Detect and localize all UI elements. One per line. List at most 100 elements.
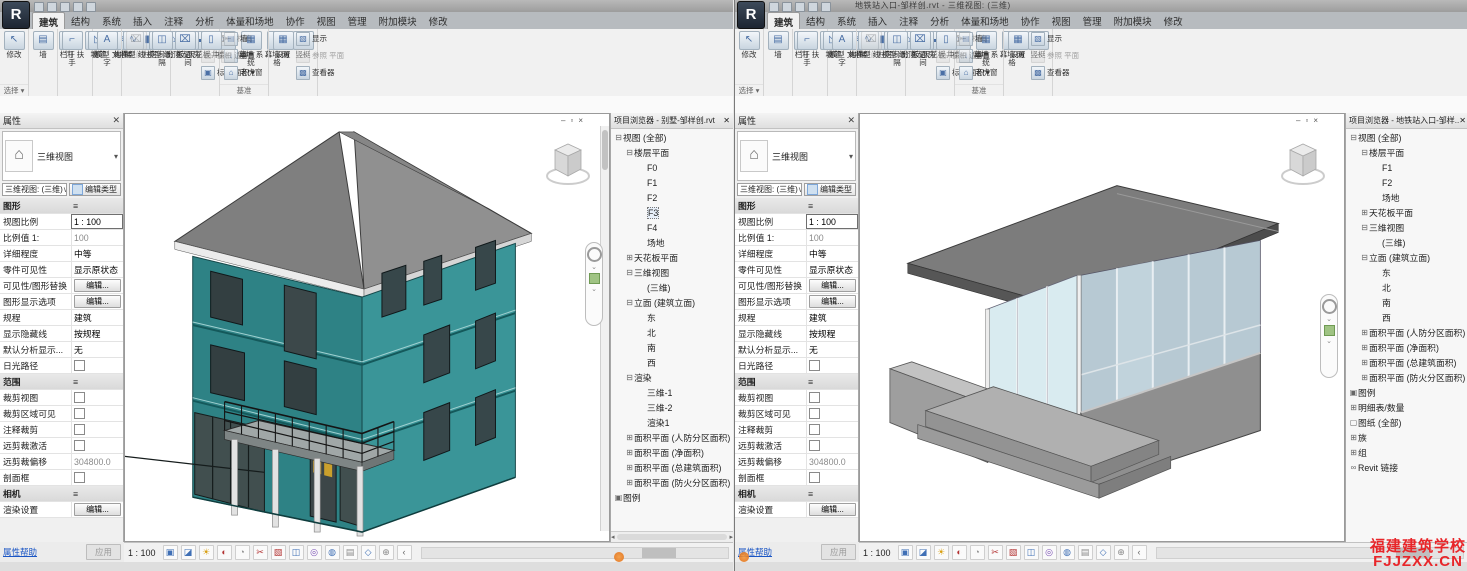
- tree-item[interactable]: (三维): [1346, 235, 1467, 250]
- chevron-down-icon[interactable]: ⌄: [591, 287, 597, 292]
- property-row[interactable]: 视图比例 1 : 100 1 : 100: [0, 214, 123, 230]
- ribbon-button[interactable]: ▤ 墙: [30, 30, 56, 97]
- property-row[interactable]: 裁剪区域可见: [735, 406, 858, 422]
- tree-expander-icon[interactable]: ⊟: [625, 148, 634, 157]
- tree-item[interactable]: 南: [1346, 295, 1467, 310]
- close-icon[interactable]: ✕: [1459, 116, 1466, 125]
- tree-expander-icon[interactable]: ⊟: [1360, 148, 1369, 157]
- ribbon-tab[interactable]: 注释: [893, 12, 924, 29]
- tree-expander-icon[interactable]: ⊞: [1360, 358, 1369, 367]
- properties-help-link[interactable]: 属性帮助: [3, 546, 37, 558]
- temporary-view-properties-icon[interactable]: ▤: [1078, 545, 1093, 560]
- tree-item[interactable]: 西: [1346, 310, 1467, 325]
- property-row[interactable]: 远剪裁偏移 304800.0 304800.0: [0, 454, 123, 470]
- temporary-hide-isolate-icon[interactable]: ◎: [307, 545, 322, 560]
- tree-expander-icon[interactable]: ⊞: [1349, 448, 1358, 457]
- apply-button[interactable]: 应用: [86, 544, 121, 560]
- tree-item[interactable]: (三维): [611, 280, 733, 295]
- ribbon-tab[interactable]: 附加模块: [1108, 12, 1158, 29]
- ribbon-button[interactable]: ▱ 参照 平面: [296, 47, 342, 64]
- ribbon-tab[interactable]: 系统: [831, 12, 862, 29]
- edit-type-button[interactable]: 编辑类型: [804, 183, 856, 196]
- close-icon[interactable]: ✕: [112, 115, 120, 126]
- ribbon-button[interactable]: ⇤ 标高: [221, 30, 267, 47]
- ribbon-tab[interactable]: 插入: [862, 12, 893, 29]
- tree-expander-icon[interactable]: ⊟: [625, 298, 634, 307]
- reveal-constraints-icon[interactable]: ◇: [361, 545, 376, 560]
- property-row[interactable]: 可见性/图形替换 编辑... 编辑...: [735, 278, 858, 294]
- tree-item[interactable]: 南: [611, 340, 733, 355]
- tree-item[interactable]: 西: [611, 355, 733, 370]
- type-selector-preview[interactable]: ⌂ 三维视图 ▾: [2, 131, 121, 181]
- tree-item[interactable]: ⊞ 组: [1346, 445, 1467, 460]
- property-row[interactable]: 规程 建筑 建筑: [735, 310, 858, 326]
- shadows-icon[interactable]: ◐: [217, 545, 232, 560]
- ribbon-tab[interactable]: 注释: [158, 12, 189, 29]
- tree-item[interactable]: ⊞ 面积平面 (人防分区面积): [611, 430, 733, 445]
- shadows-icon[interactable]: ◐: [952, 545, 967, 560]
- crop-region-icon[interactable]: ▧: [271, 545, 286, 560]
- close-icon[interactable]: ✕: [847, 115, 855, 126]
- application-menu-button[interactable]: R: [2, 1, 30, 29]
- tree-item[interactable]: ⊞ 明细表/数量: [1346, 400, 1467, 415]
- tree-item[interactable]: F3: [611, 205, 733, 220]
- tree-item[interactable]: ⊟ 三维视图: [1346, 220, 1467, 235]
- tree-item[interactable]: ⊞ 天花板平面: [1346, 205, 1467, 220]
- crop-view-icon[interactable]: ✂: [253, 545, 268, 560]
- detail-level-icon[interactable]: ◪: [181, 545, 196, 560]
- tree-item[interactable]: 场地: [1346, 190, 1467, 205]
- collapse-icon[interactable]: ‹: [1132, 545, 1147, 560]
- property-row[interactable]: 可见性/图形替换 编辑... 编辑...: [0, 278, 123, 294]
- tree-expander-icon[interactable]: ⊞: [625, 478, 634, 487]
- property-row[interactable]: 图形 ≡ ≡: [735, 198, 858, 214]
- ribbon-button[interactable]: ⊞ 轴网: [956, 47, 1002, 64]
- tree-item[interactable]: 三维-2: [611, 400, 733, 415]
- scale-control[interactable]: 1 : 100: [863, 548, 891, 558]
- scale-control[interactable]: 1 : 100: [128, 548, 156, 558]
- reveal-constraints-icon[interactable]: ◇: [1096, 545, 1111, 560]
- tree-item[interactable]: F1: [611, 175, 733, 190]
- chevron-down-icon[interactable]: ⌄: [1326, 317, 1332, 322]
- tree-item[interactable]: F2: [611, 190, 733, 205]
- ribbon-button[interactable]: ⇤ 标高: [956, 30, 1002, 47]
- ribbon-button[interactable]: ▤ 墙: [765, 30, 791, 97]
- property-row[interactable]: 默认分析显示... 无 无: [735, 342, 858, 358]
- tree-item[interactable]: ∞ Revit 链接: [1346, 460, 1467, 475]
- ribbon-button[interactable]: ▧ 显示: [1031, 30, 1077, 47]
- ribbon-button[interactable]: ⌐ 栏杆 扶手: [59, 30, 85, 97]
- tree-item[interactable]: ▣ 图例: [1346, 385, 1467, 400]
- reveal-hidden-elements-icon[interactable]: ◍: [325, 545, 340, 560]
- tree-expander-icon[interactable]: ⊞: [625, 433, 634, 442]
- sun-path-icon[interactable]: ☀: [934, 545, 949, 560]
- view-window-controls[interactable]: – ▫ ×: [1296, 116, 1318, 125]
- lock-3d-view-icon[interactable]: ◫: [289, 545, 304, 560]
- property-row[interactable]: 渲染设置 编辑... 编辑...: [0, 502, 123, 518]
- temporary-hide-isolate-icon[interactable]: ◎: [1042, 545, 1057, 560]
- view-cube[interactable]: [545, 136, 591, 188]
- tree-expander-icon[interactable]: ⊞: [1360, 343, 1369, 352]
- detail-level-icon[interactable]: ◪: [916, 545, 931, 560]
- status-scrollbar[interactable]: [421, 547, 729, 559]
- tree-item[interactable]: 东: [1346, 265, 1467, 280]
- tree-expander-icon[interactable]: ∞: [1349, 463, 1358, 472]
- tree-item[interactable]: 北: [611, 325, 733, 340]
- chevron-down-icon[interactable]: ▾: [849, 152, 853, 161]
- ribbon-button[interactable]: ▱ 参照 平面: [1031, 47, 1077, 64]
- collapse-icon[interactable]: ‹: [397, 545, 412, 560]
- ribbon-button[interactable]: ⌧ 房间: [123, 30, 149, 97]
- property-row[interactable]: 详细程度 中等 中等: [0, 246, 123, 262]
- chevron-down-icon[interactable]: ⌄: [591, 265, 597, 270]
- ribbon-tab[interactable]: 结构: [65, 12, 96, 29]
- property-row[interactable]: 比例值 1: 100 100: [735, 230, 858, 246]
- property-row[interactable]: 裁剪视图: [0, 390, 123, 406]
- tree-expander-icon[interactable]: ⊟: [614, 133, 623, 142]
- property-row[interactable]: 图形 ≡ ≡: [0, 198, 123, 214]
- tree-expander-icon[interactable]: ⊟: [625, 373, 634, 382]
- ribbon-group-label[interactable]: 基准: [220, 84, 268, 96]
- tree-item[interactable]: F2: [1346, 175, 1467, 190]
- ribbon-tab[interactable]: 分析: [924, 12, 955, 29]
- lock-3d-view-icon[interactable]: ◫: [1024, 545, 1039, 560]
- navigation-bar[interactable]: ⌄ ⌄: [1320, 294, 1338, 378]
- ribbon-button[interactable]: ⌧ 房间: [858, 30, 884, 97]
- tree-item[interactable]: F4: [611, 220, 733, 235]
